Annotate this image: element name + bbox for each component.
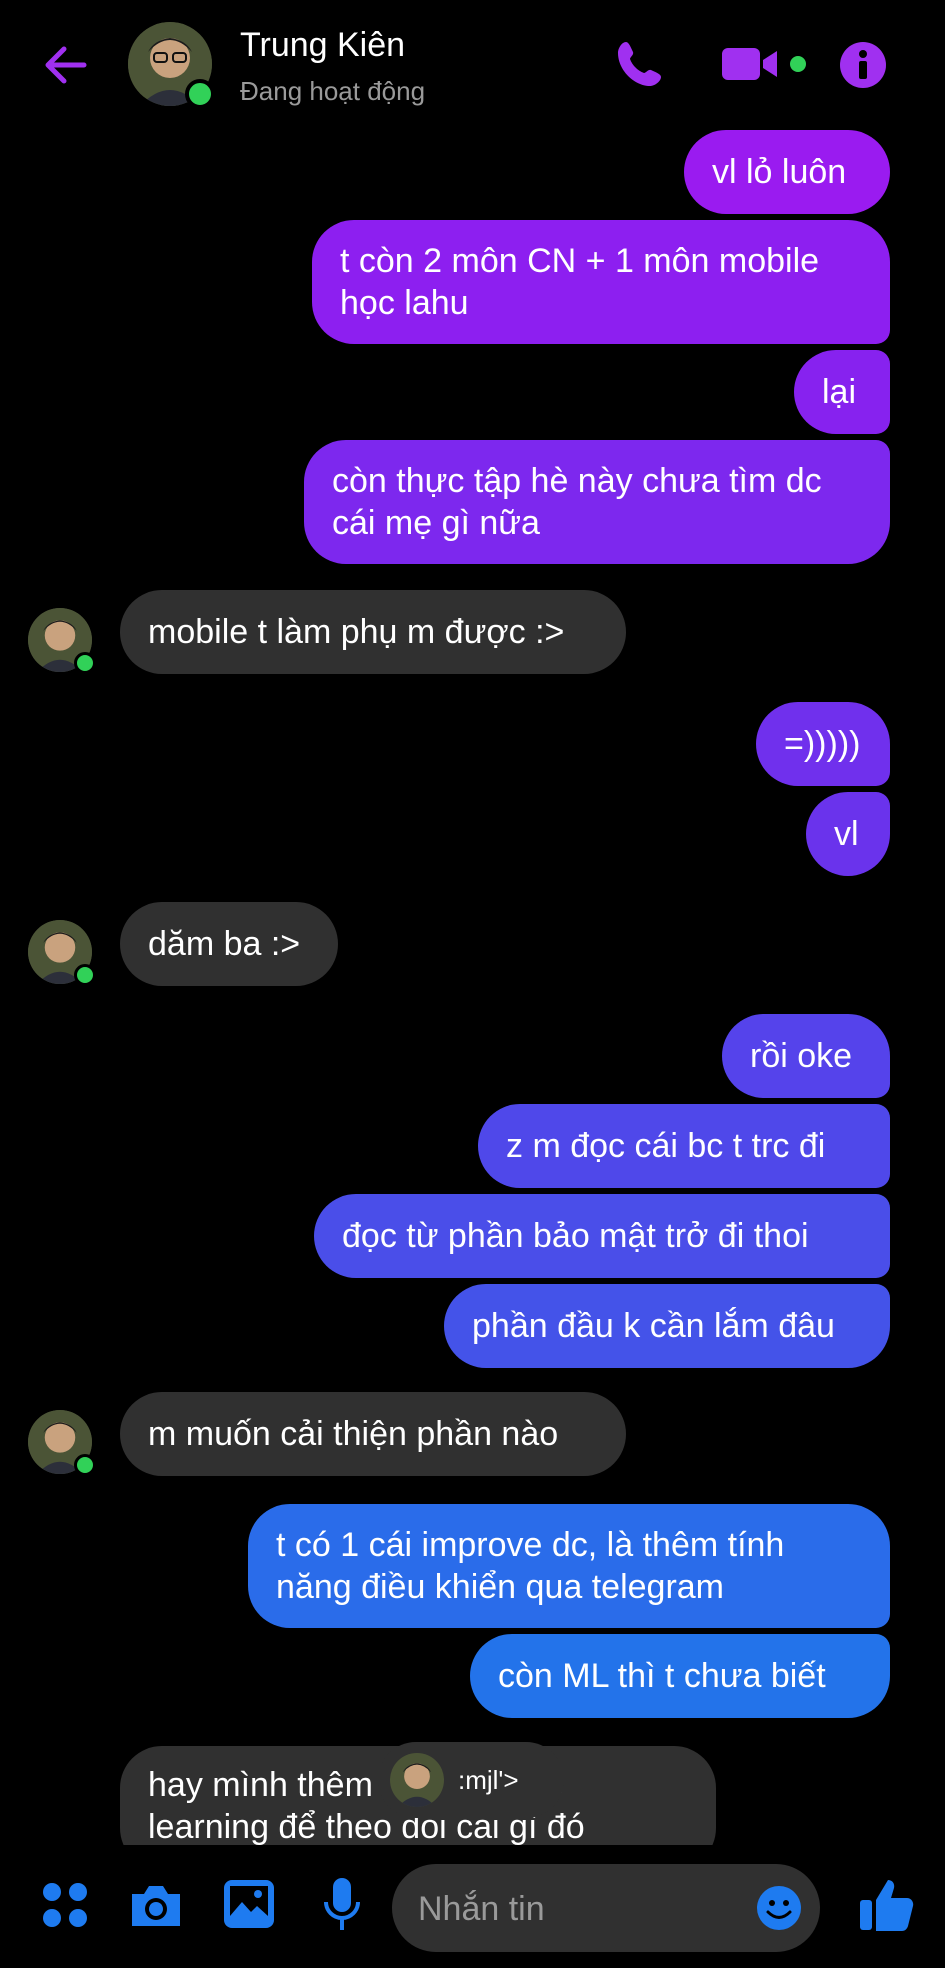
apps-grid-icon[interactable]	[40, 1880, 90, 1930]
contact-avatar-small[interactable]	[28, 608, 96, 674]
message-bubble-received[interactable]: dăm ba :>	[120, 902, 338, 986]
video-camera-icon[interactable]	[722, 44, 812, 84]
contact-avatar[interactable]	[128, 22, 215, 109]
message-bubble-sent[interactable]: vl	[806, 792, 890, 876]
message-bubble-sent[interactable]: còn thực tập hè này chưa tìm dc cái mẹ g…	[304, 440, 890, 564]
message-bubble-received[interactable]: m muốn cải thiện phần nào	[120, 1392, 626, 1476]
message-input-container	[392, 1864, 820, 1954]
contact-avatar-mini	[390, 1753, 444, 1807]
microphone-icon[interactable]	[322, 1876, 362, 1934]
gallery-image-icon[interactable]	[222, 1878, 276, 1930]
message-input[interactable]	[416, 1864, 740, 1954]
phone-icon[interactable]	[612, 36, 668, 92]
message-composer	[0, 1850, 945, 1968]
camera-icon[interactable]	[128, 1880, 184, 1930]
message-bubble-sent[interactable]: t có 1 cái improve dc, là thêm tính năng…	[248, 1504, 890, 1628]
contact-avatar-small[interactable]	[28, 1410, 96, 1476]
message-bubble-sent[interactable]: phần đầu k cần lắm đâu	[444, 1284, 890, 1368]
contact-avatar-small[interactable]	[28, 920, 96, 986]
reaction-text: :mjl'>	[458, 1764, 519, 1795]
online-indicator	[74, 652, 96, 674]
contact-name[interactable]: Trung Kiên	[240, 26, 405, 65]
emoji-icon[interactable]	[756, 1885, 802, 1931]
message-bubble-sent[interactable]: còn ML thì t chưa biết	[470, 1634, 890, 1718]
thumbs-up-icon[interactable]	[858, 1874, 916, 1934]
message-bubble-sent[interactable]: đọc từ phần bảo mật trở đi thoi	[314, 1194, 890, 1278]
online-indicator	[74, 964, 96, 986]
message-bubble-received[interactable]: mobile t làm phụ m được :>	[120, 590, 626, 674]
info-icon[interactable]	[838, 40, 888, 90]
message-bubble-sent[interactable]: vl lỏ luôn	[684, 130, 890, 214]
back-arrow-icon[interactable]	[40, 40, 90, 90]
message-bubble-sent[interactable]: z m đọc cái bc t trc đi	[478, 1104, 890, 1188]
message-thread[interactable]: vl lỏ luôn t còn 2 môn CN + 1 môn mobile…	[0, 130, 945, 1845]
message-bubble-sent[interactable]: lại	[794, 350, 890, 434]
message-bubble-sent[interactable]: rồi oke	[722, 1014, 890, 1098]
contact-status: Đang hoạt động	[240, 76, 426, 106]
online-indicator	[74, 1454, 96, 1476]
conversation-header: Trung Kiên Đang hoạt động	[0, 0, 945, 130]
seen-reaction-chip[interactable]: :mjl'>	[378, 1742, 564, 1818]
message-bubble-sent[interactable]: =)))))	[756, 702, 890, 786]
online-indicator	[185, 79, 215, 109]
message-bubble-sent[interactable]: t còn 2 môn CN + 1 môn mobile học lahu	[312, 220, 890, 344]
